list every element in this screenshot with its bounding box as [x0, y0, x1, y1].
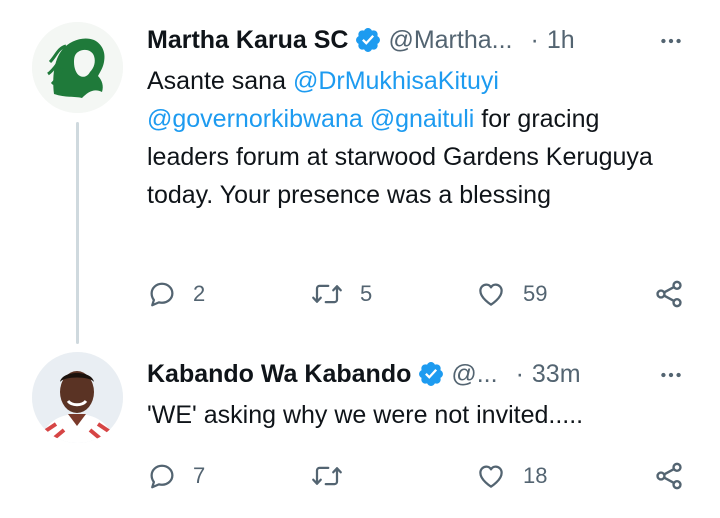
separator-dot: · [515, 359, 524, 388]
like-count: 59 [523, 281, 548, 306]
author-handle[interactable]: @... [451, 360, 497, 389]
reply-button[interactable]: 2 [147, 276, 205, 312]
mention-link[interactable]: @governorkibwana [147, 105, 363, 133]
tweet-actions: 2 5 59 [147, 276, 692, 312]
tweet-actions: 7 18 [147, 458, 692, 494]
retweet-count: 5 [360, 281, 373, 306]
like-button[interactable]: 59 [475, 276, 547, 312]
tweet-text: 'WE' asking why we were not invited..... [147, 401, 584, 429]
verified-badge-icon [354, 26, 382, 54]
reply-count: 2 [193, 281, 206, 306]
like-button[interactable]: 18 [475, 458, 547, 494]
thread-connector-line [76, 122, 79, 344]
author-handle[interactable]: @Martha... [388, 26, 512, 55]
avatar[interactable] [32, 352, 123, 443]
share-icon [656, 280, 682, 308]
author-name[interactable]: Martha Karua SC [147, 26, 348, 55]
like-icon [479, 283, 503, 306]
retweet-button[interactable] [310, 458, 360, 494]
tweet-text-start: Asante sana [147, 67, 293, 95]
reply-icon [150, 464, 174, 489]
retweet-icon [312, 284, 342, 304]
author-name[interactable]: Kabando Wa Kabando [147, 360, 411, 389]
share-button[interactable] [653, 276, 685, 312]
like-icon [479, 465, 503, 488]
tweet-text: Asante sana @DrMukhisaKituyi @governorki… [147, 62, 687, 214]
mention-link[interactable]: @DrMukhisaKituyi [293, 67, 499, 95]
tweet-header: Kabando Wa Kabando @... · 33m [147, 356, 581, 392]
verified-badge-icon [417, 360, 445, 388]
tweet-martha-karua[interactable]: Martha Karua SC @Martha... · 1h Asante s… [0, 0, 720, 344]
mention-link[interactable]: @gnaituli [370, 105, 475, 133]
share-button[interactable] [653, 458, 685, 494]
avatar[interactable] [32, 22, 123, 113]
share-icon [656, 462, 682, 490]
reply-count: 7 [193, 463, 206, 488]
avatar-portrait-icon [32, 22, 123, 113]
like-count: 18 [523, 463, 548, 488]
separator-dot: · [530, 25, 539, 54]
more-icon[interactable] [656, 360, 686, 390]
retweet-button[interactable]: 5 [310, 276, 372, 312]
timestamp[interactable]: 33m [532, 360, 581, 389]
tweet-header: Martha Karua SC @Martha... · 1h [147, 22, 575, 58]
timestamp[interactable]: 1h [547, 26, 575, 55]
more-icon[interactable] [656, 26, 686, 56]
avatar-portrait-icon [32, 352, 123, 443]
tweet-kabando-wa-kabando[interactable]: Kabando Wa Kabando @... · 33m 'WE' askin… [0, 340, 720, 518]
reply-icon [150, 282, 174, 307]
retweet-icon [312, 466, 342, 486]
reply-button[interactable]: 7 [147, 458, 205, 494]
